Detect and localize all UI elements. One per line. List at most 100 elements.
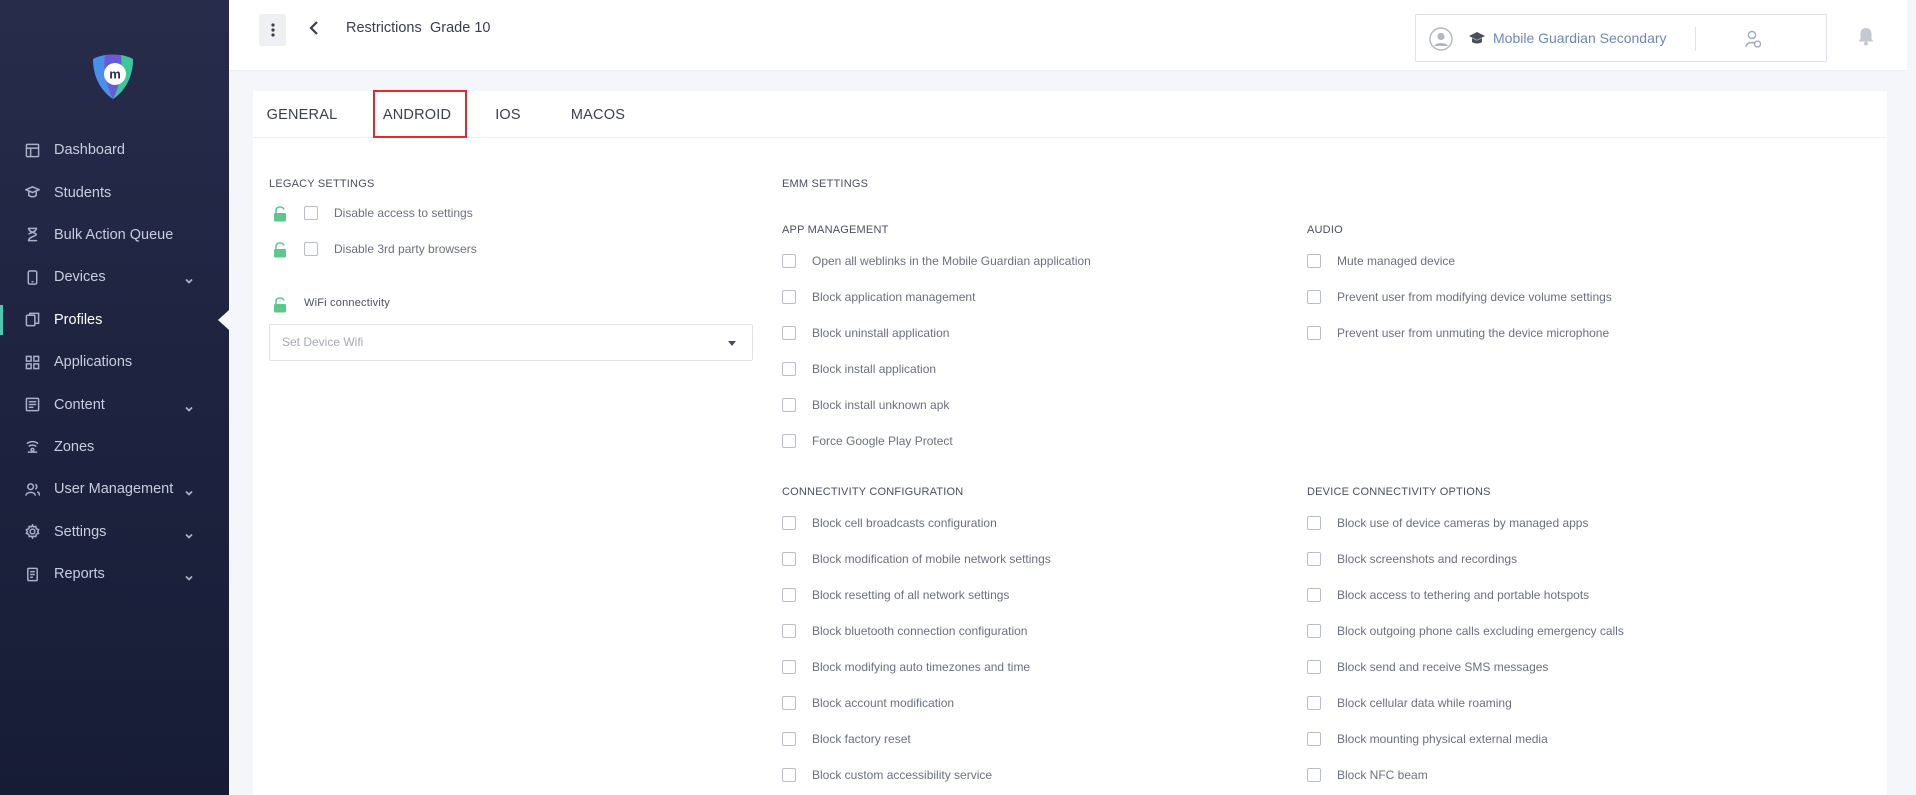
checkbox[interactable] [782,696,796,710]
back-button[interactable] [309,21,321,37]
wifi-select[interactable]: Set Device Wifi [269,324,753,361]
checkbox[interactable] [1307,660,1321,674]
restriction-option[interactable]: Block screenshots and recordings [1307,550,1517,568]
kebab-menu-button[interactable] [259,14,286,46]
restriction-option[interactable]: Prevent user from unmuting the device mi… [1307,324,1609,342]
option-label: Block outgoing phone calls excluding eme… [1337,624,1624,638]
top-header: Restrictions Grade 10 Mobile Guardian Se… [229,0,1916,71]
checkbox[interactable] [782,434,796,448]
sidebar-item-label: Dashboard [54,142,125,159]
account-switcher[interactable]: Mobile Guardian Secondary [1415,14,1827,62]
checkbox[interactable] [782,588,796,602]
unlocked-lock-icon[interactable] [273,297,287,313]
option-label: Block bluetooth connection configuration [812,624,1028,638]
legacy-option[interactable]: Disable access to settings [304,204,473,222]
sidebar-item-content[interactable]: Content [0,383,229,425]
checkbox[interactable] [1307,588,1321,602]
checkbox[interactable] [1307,552,1321,566]
option-label: Open all weblinks in the Mobile Guardian… [812,254,1091,268]
checkbox[interactable] [782,254,796,268]
checkbox[interactable] [1307,516,1321,530]
restriction-option[interactable]: Block resetting of all network settings [782,586,1009,604]
chevron-down-icon [185,273,193,285]
option-label: Disable 3rd party browsers [334,242,477,256]
sidebar-item-settings[interactable]: Settings [0,511,229,553]
checkbox[interactable] [1307,326,1321,340]
restriction-option[interactable]: Block factory reset [782,730,911,748]
sidebar-item-label: Profiles [54,311,103,328]
restriction-option[interactable]: Block custom accessibility service [782,766,992,784]
option-label: Block application management [812,290,976,304]
restriction-option[interactable]: Prevent user from modifying device volum… [1307,288,1612,306]
sidebar-item-reports[interactable]: Reports [0,553,229,595]
checkbox[interactable] [1307,768,1321,782]
connectivity-configuration-title: CONNECTIVITY CONFIGURATION [782,486,964,498]
checkbox[interactable] [782,624,796,638]
sidebar-item-bulk-action-queue[interactable]: Bulk Action Queue [0,214,229,256]
user-settings-icon[interactable] [1744,29,1762,49]
unlocked-lock-icon[interactable] [273,206,287,222]
checkbox[interactable] [782,660,796,674]
checkbox[interactable] [782,290,796,304]
restriction-option[interactable]: Block uninstall application [782,324,949,342]
restriction-option[interactable]: Block cell broadcasts configuration [782,514,997,532]
checkbox[interactable] [782,732,796,746]
sidebar-item-students[interactable]: Students [0,171,229,213]
sidebar-item-user-management[interactable]: User Management [0,468,229,510]
reports-icon [24,566,40,582]
checkbox[interactable] [1307,732,1321,746]
checkbox[interactable] [304,242,318,256]
sidebar-item-label: Students [54,184,112,201]
option-label: Block install unknown apk [812,398,950,412]
restriction-option[interactable]: Block mounting physical external media [1307,730,1548,748]
sidebar-item-profiles[interactable]: Profiles [0,299,229,341]
sidebar-item-dashboard[interactable]: Dashboard [0,129,229,171]
sidebar-item-applications[interactable]: Applications [0,341,229,383]
checkbox[interactable] [782,516,796,530]
restriction-option[interactable]: Block modification of mobile network set… [782,550,1051,568]
option-label: Block custom accessibility service [812,768,993,782]
checkbox[interactable] [1307,624,1321,638]
checkbox[interactable] [782,768,796,782]
tab-macos[interactable]: MACOS [553,91,643,138]
unlocked-lock-icon[interactable] [273,242,287,258]
restriction-option[interactable]: Force Google Play Protect [782,432,953,450]
checkbox[interactable] [1307,696,1321,710]
restriction-option[interactable]: Block install unknown apk [782,396,949,414]
tab-android[interactable]: ANDROID [373,91,461,138]
tab-ios[interactable]: IOS [485,91,531,138]
checkbox[interactable] [782,398,796,412]
restriction-option[interactable]: Block account modification [782,694,954,712]
restriction-option[interactable]: Block send and receive SMS messages [1307,658,1548,676]
tab-general[interactable]: GENERAL [263,91,341,138]
restriction-option[interactable]: Block modifying auto timezones and time [782,658,1030,676]
page-scrollbar[interactable] [1907,0,1916,795]
sidebar-item-devices[interactable]: Devices [0,256,229,298]
checkbox[interactable] [1307,290,1321,304]
restriction-option[interactable]: Block outgoing phone calls excluding eme… [1307,622,1624,640]
restriction-option[interactable]: Open all weblinks in the Mobile Guardian… [782,252,1091,270]
restriction-option[interactable]: Block use of device cameras by managed a… [1307,514,1588,532]
breadcrumb-restrictions[interactable]: Restrictions [346,20,422,36]
restriction-option[interactable]: Block NFC beam [1307,766,1428,784]
restriction-option[interactable]: Block access to tethering and portable h… [1307,586,1589,604]
checkbox[interactable] [1307,254,1321,268]
restriction-option[interactable]: Block bluetooth connection configuration [782,622,1027,640]
notification-bell-icon[interactable] [1857,26,1875,46]
restriction-option[interactable]: Block cellular data while roaming [1307,694,1512,712]
apps-grid-icon [24,354,40,370]
restriction-option[interactable]: Block install application [782,360,936,378]
sidebar-item-zones[interactable]: Zones [0,426,229,468]
legacy-option[interactable]: Disable 3rd party browsers [304,240,477,258]
chevron-down-icon [185,528,193,539]
mobile-guardian-logo[interactable]: m [89,51,137,101]
checkbox[interactable] [782,326,796,340]
option-label: Block modifying auto timezones and time [812,660,1031,674]
platform-tabs: GENERAL ANDROID IOS MACOS [253,90,1887,138]
option-label: Block NFC beam [1337,768,1428,782]
restriction-option[interactable]: Mute managed device [1307,252,1455,270]
restriction-option[interactable]: Block application management [782,288,975,306]
checkbox[interactable] [782,362,796,376]
checkbox[interactable] [304,206,318,220]
checkbox[interactable] [782,552,796,566]
